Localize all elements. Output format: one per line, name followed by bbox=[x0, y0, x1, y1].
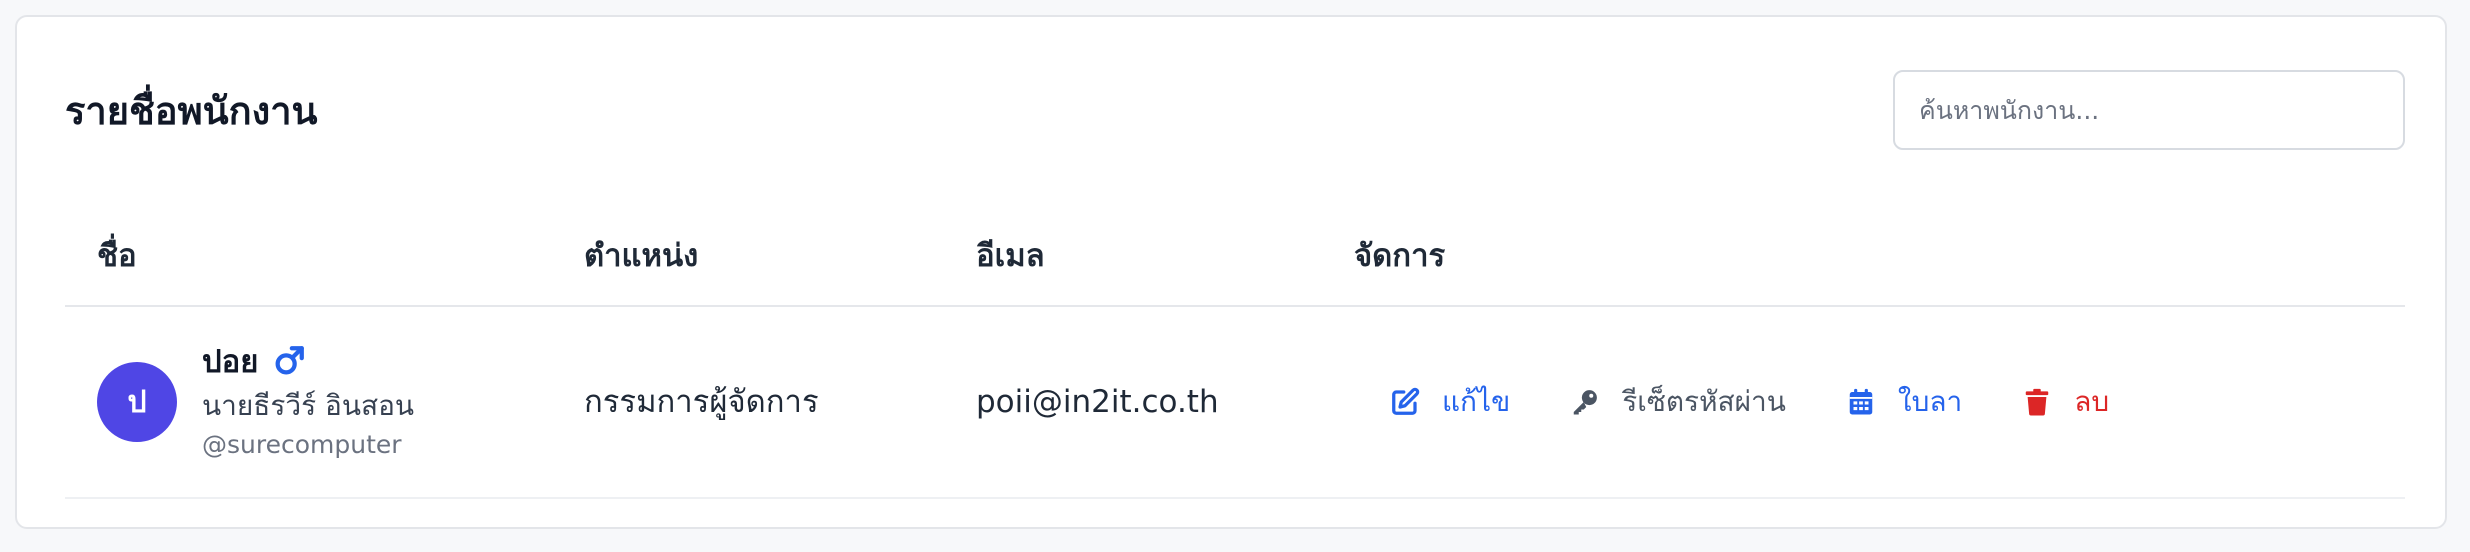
employee-list-card: รายชื่อพนักงาน ชื่อ ตำแหน่ง อีเมล จัดการ… bbox=[15, 15, 2447, 529]
employee-username: @surecomputer bbox=[202, 430, 402, 459]
key-icon bbox=[1573, 390, 1598, 415]
leave-button[interactable]: ใบลา bbox=[1846, 380, 1962, 424]
delete-label: ลบ bbox=[2074, 385, 2110, 418]
reset-password-button[interactable]: รีเซ็ตรหัสผ่าน bbox=[1570, 380, 1786, 424]
employee-nickname: ปอย bbox=[202, 344, 259, 380]
edit-button[interactable]: แก้ไข bbox=[1390, 380, 1510, 424]
edit-icon bbox=[1392, 387, 1420, 415]
column-header-email: อีเมล bbox=[976, 238, 1045, 274]
employee-full-name: นายธีรวีร์ อินสอน bbox=[202, 389, 415, 422]
card-header: รายชื่อพนักงาน bbox=[65, 65, 2405, 155]
avatar: ป bbox=[97, 362, 177, 442]
column-header-position: ตำแหน่ง bbox=[584, 238, 699, 274]
page-title: รายชื่อพนักงาน bbox=[65, 88, 318, 133]
delete-button[interactable]: ลบ bbox=[2022, 380, 2109, 424]
employee-name-block: ปอย นายธีรวีร์ อินสอน @surecomputer bbox=[202, 339, 414, 463]
calendar-icon bbox=[1849, 388, 1873, 415]
employee-email: poii@in2it.co.th bbox=[976, 384, 1219, 420]
edit-label: แก้ไข bbox=[1442, 385, 1511, 418]
employee-position: กรรมการผู้จัดการ bbox=[584, 384, 819, 420]
table-header: ชื่อ ตำแหน่ง อีเมล จัดการ bbox=[65, 207, 2405, 307]
male-icon bbox=[276, 346, 305, 375]
trash-icon bbox=[2025, 388, 2049, 416]
column-header-name: ชื่อ bbox=[97, 238, 137, 274]
row-actions: แก้ไข รีเซ็ตรหัสผ่าน ใบลา ลบ bbox=[1342, 307, 2169, 497]
search-input[interactable] bbox=[1893, 70, 2405, 150]
column-header-actions: จัดการ bbox=[1354, 238, 1446, 274]
reset-password-label: รีเซ็ตรหัสผ่าน bbox=[1622, 385, 1786, 418]
table-row: ป ปอย นายธีรวีร์ อินสอน @surecomputer กร… bbox=[65, 307, 2405, 499]
leave-label: ใบลา bbox=[1897, 385, 1963, 418]
